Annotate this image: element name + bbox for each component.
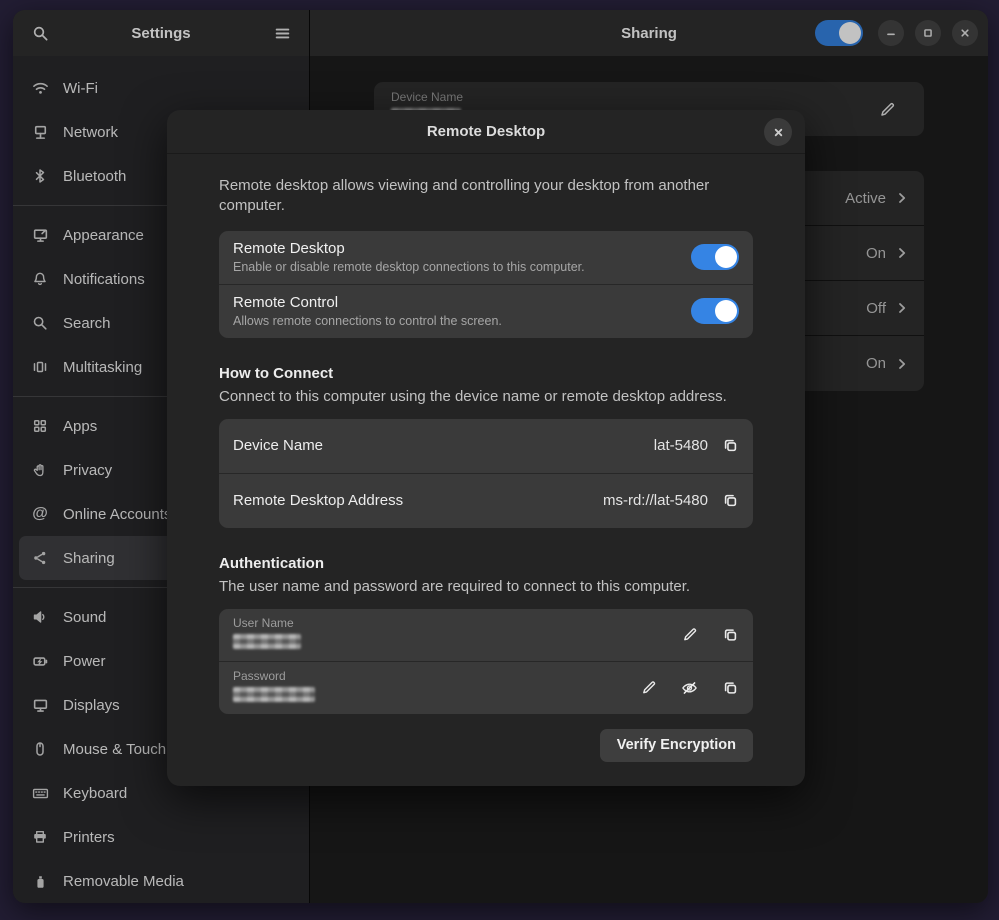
remote-desktop-address-value: ms-rd://lat-5480 bbox=[602, 492, 708, 509]
remote-desktop-subtitle: Enable or disable remote desktop connect… bbox=[233, 259, 585, 274]
authentication-description: The user name and password are required … bbox=[219, 577, 691, 595]
dialog-title: Remote Desktop bbox=[426, 123, 546, 140]
user-name-redacted-value bbox=[233, 633, 301, 649]
remote-control-title: Remote Control bbox=[233, 293, 339, 311]
password-redacted-value bbox=[233, 686, 315, 702]
password-row: Password bbox=[219, 662, 753, 714]
remote-desktop-toggle[interactable] bbox=[691, 243, 739, 270]
copy-icon[interactable] bbox=[722, 492, 739, 509]
credentials-card: User Name Password bbox=[219, 608, 753, 714]
remote-desktop-toggles-card: Remote Desktop Enable or disable remote … bbox=[219, 230, 753, 338]
edit-pencil-icon[interactable] bbox=[682, 626, 698, 643]
remote-desktop-title: Remote Desktop bbox=[233, 239, 345, 257]
dialog-description: Remote desktop allows viewing and contro… bbox=[219, 177, 710, 215]
remote-control-toggle[interactable] bbox=[691, 297, 739, 324]
how-to-connect-description: Connect to this computer using the devic… bbox=[219, 387, 727, 405]
copy-icon[interactable] bbox=[722, 437, 739, 454]
dialog-header: Remote Desktop bbox=[167, 110, 805, 154]
how-to-connect-heading: How to Connect bbox=[219, 364, 334, 382]
eye-off-icon[interactable] bbox=[681, 679, 698, 696]
remote-desktop-address-row: Remote Desktop Address ms-rd://lat-5480 bbox=[219, 474, 753, 528]
authentication-heading: Authentication bbox=[219, 554, 324, 572]
verify-encryption-button[interactable]: Verify Encryption bbox=[599, 728, 753, 762]
connection-info-card: Device Name lat-5480 Remote Desktop Addr… bbox=[219, 418, 753, 528]
user-name-row: User Name bbox=[219, 609, 753, 661]
close-icon bbox=[771, 125, 786, 140]
remote-desktop-address-label: Remote Desktop Address bbox=[233, 492, 404, 509]
copy-icon[interactable] bbox=[722, 679, 739, 696]
device-name-row-label: Device Name bbox=[233, 437, 324, 454]
remote-desktop-row: Remote Desktop Enable or disable remote … bbox=[219, 231, 753, 284]
device-name-value: lat-5480 bbox=[653, 437, 708, 454]
remote-control-subtitle: Allows remote connections to control the… bbox=[233, 313, 502, 328]
copy-icon[interactable] bbox=[722, 626, 739, 643]
dialog-close-button[interactable] bbox=[764, 118, 792, 146]
device-name-row: Device Name lat-5480 bbox=[219, 419, 753, 473]
user-name-label: User Name bbox=[233, 615, 294, 630]
edit-pencil-icon[interactable] bbox=[641, 679, 657, 696]
remote-desktop-dialog: Remote Desktop Remote desktop allows vie… bbox=[167, 110, 805, 786]
remote-control-row: Remote Control Allows remote connections… bbox=[219, 285, 753, 338]
